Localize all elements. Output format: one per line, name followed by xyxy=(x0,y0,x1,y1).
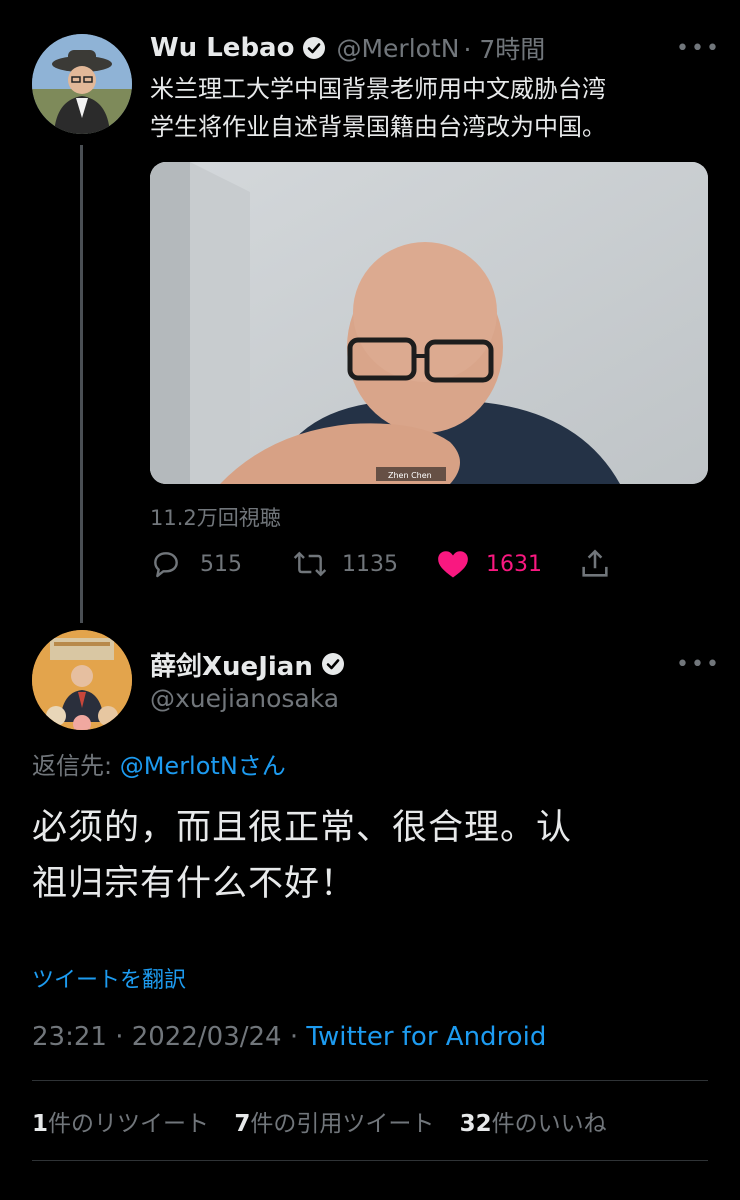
tweet2-text-line2: 祖归宗有什么不好！ xyxy=(32,864,357,904)
engagement-stats: 1件のリツイート 7件の引用ツイート 32件のいいね xyxy=(32,1104,607,1138)
video-caption: Zhen Chen xyxy=(388,471,432,480)
like-label: 件のいいね xyxy=(491,1111,607,1137)
tweet1-actions: 515 1135 1631 xyxy=(150,545,620,583)
tweet-meta: 23:21 · 2022/03/24 · Twitter for Android xyxy=(32,1022,546,1052)
reply-count: 515 xyxy=(200,551,242,577)
datetime[interactable]: 23:21 · 2022/03/24 · xyxy=(32,1022,306,1052)
like-count: 1631 xyxy=(486,551,542,577)
tweet2-text-line1: 必须的，而且很正常、很合理。认 xyxy=(32,808,573,848)
more-options-icon[interactable]: ••• xyxy=(676,36,721,61)
avatar-image xyxy=(32,630,132,730)
avatar-image xyxy=(32,34,132,134)
reply-prefix: 返信先: xyxy=(32,752,120,780)
tweet2-header: 薛剑XueJian xyxy=(150,646,345,682)
heart-icon xyxy=(438,551,468,578)
reply-icon xyxy=(154,552,178,578)
retweet-count: 1 xyxy=(32,1111,49,1137)
like-count: 32 xyxy=(459,1111,492,1137)
quote-count: 7 xyxy=(234,1111,251,1137)
tweet1-text: 米兰理工大学中国背景老师用中文威胁台湾 学生将作业自述背景国籍由台湾改为中国。 xyxy=(150,70,710,146)
share-icon xyxy=(582,549,608,577)
verified-badge-icon xyxy=(321,653,344,675)
more-options-icon[interactable]: ••• xyxy=(676,652,721,677)
tweet1-header: Wu Lebao @MerlotN · 7時間 xyxy=(150,30,545,66)
thread-line xyxy=(80,145,83,623)
divider-top xyxy=(32,1080,708,1081)
display-name[interactable]: 薛剑XueJian xyxy=(150,646,313,683)
like-button[interactable]: 1631 xyxy=(436,545,542,583)
view-count: 11.2万回視聴 xyxy=(150,506,281,530)
avatar-xuejian[interactable] xyxy=(32,630,132,730)
tweet1-text-line1: 米兰理工大学中国背景老师用中文威胁台湾 xyxy=(150,75,606,103)
retweet-label: 件のリツイート xyxy=(48,1111,210,1137)
retweet-button[interactable]: 1135 xyxy=(292,545,398,583)
reply-button[interactable]: 515 xyxy=(150,545,242,583)
video-player[interactable]: Zhen Chen xyxy=(150,162,708,484)
display-name[interactable]: Wu Lebao xyxy=(150,33,294,63)
tweet2-text: 必须的，而且很正常、很合理。认 祖归宗有什么不好！ xyxy=(32,800,712,912)
likes-stat[interactable]: 32件のいいね xyxy=(460,1111,607,1137)
timestamp[interactable]: · 7時間 xyxy=(463,30,545,66)
quotes-stat[interactable]: 7件の引用ツイート xyxy=(234,1111,434,1137)
translate-link[interactable]: ツイートを翻訳 xyxy=(32,962,186,994)
handle[interactable]: @MerlotN xyxy=(336,34,459,63)
verified-badge-icon xyxy=(303,37,326,59)
share-button[interactable] xyxy=(578,545,612,583)
tweet1-text-line2: 学生将作业自述背景国籍由台湾改为中国。 xyxy=(150,113,606,141)
source-link[interactable]: Twitter for Android xyxy=(306,1022,546,1052)
retweets-stat[interactable]: 1件のリツイート xyxy=(32,1111,209,1137)
quote-label: 件の引用ツイート xyxy=(250,1111,435,1137)
avatar-wu-lebao[interactable] xyxy=(32,34,132,134)
reply-to-link[interactable]: @MerlotNさん xyxy=(120,752,286,780)
divider-bottom xyxy=(32,1160,708,1161)
retweet-icon xyxy=(293,551,327,577)
handle[interactable]: @xuejianosaka xyxy=(150,684,339,713)
video-frame xyxy=(150,162,708,484)
reply-context: 返信先: @MerlotNさん xyxy=(32,746,286,781)
retweet-count: 1135 xyxy=(342,551,398,577)
